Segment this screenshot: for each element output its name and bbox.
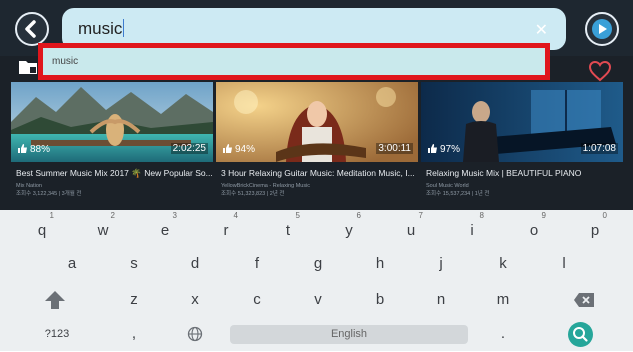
video-title[interactable]: 3 Hour Relaxing Guitar Music: Meditation… <box>221 168 417 178</box>
channel-name: Mix Nation <box>16 183 42 189</box>
shift-arrow-icon <box>45 291 65 309</box>
play-icon <box>592 19 612 39</box>
play-button[interactable] <box>585 12 619 46</box>
search-icon <box>573 327 588 342</box>
suggestion-item[interactable]: music <box>52 56 78 67</box>
space-bar[interactable]: English <box>230 325 468 344</box>
folder-icon[interactable] <box>18 59 38 75</box>
video-stats: 조회수 3,122,345 | 3개월 전 <box>16 191 82 197</box>
thumbs-up-icon <box>428 144 437 153</box>
key-d[interactable]: d <box>175 251 215 277</box>
back-button[interactable] <box>15 12 49 46</box>
key-j[interactable]: j <box>421 251 461 277</box>
heart-icon[interactable] <box>588 60 612 82</box>
video-duration: 2:02:25 <box>170 143 208 154</box>
key-b[interactable]: b <box>360 287 400 313</box>
backspace-key[interactable] <box>564 287 604 313</box>
video-app: music ✕ 88% 2:02:25 Best Summer Music Mi… <box>0 0 633 210</box>
key-u[interactable]: u7 <box>391 212 431 244</box>
video-card[interactable]: 97% 1:07:08 Relaxing Music Mix | BEAUTIF… <box>421 82 623 210</box>
key-a[interactable]: a <box>52 251 92 277</box>
key-x[interactable]: x <box>175 287 215 313</box>
thumbs-up-icon <box>223 144 232 153</box>
like-rating: 97% <box>427 143 460 155</box>
video-meta: YellowBrickCinema - Relaxing Music 조회수 51… <box>221 182 310 198</box>
key-i[interactable]: i8 <box>452 212 492 244</box>
key-g[interactable]: g <box>298 251 338 277</box>
search-suggestions: music <box>38 43 550 80</box>
like-rating: 88% <box>17 143 50 155</box>
search-submit-button[interactable] <box>568 322 593 347</box>
key-r[interactable]: r4 <box>206 212 246 244</box>
key-h[interactable]: h <box>360 251 400 277</box>
channel-name: YellowBrickCinema - Relaxing Music <box>221 183 311 189</box>
key-c[interactable]: c <box>237 287 277 313</box>
thumbs-up-icon <box>18 144 27 153</box>
close-icon[interactable]: ✕ <box>535 20 548 40</box>
like-rating: 94% <box>222 143 255 155</box>
key-w[interactable]: w2 <box>83 212 123 244</box>
video-stats: 조회수 15,537,234 | 1년 전 <box>426 191 490 197</box>
key-q[interactable]: q1 <box>22 212 62 244</box>
period-key[interactable]: . <box>483 321 523 347</box>
key-l[interactable]: l <box>544 251 584 277</box>
shift-key[interactable] <box>35 287 75 313</box>
language-key[interactable] <box>175 321 215 347</box>
key-t[interactable]: t5 <box>268 212 308 244</box>
search-input[interactable]: music <box>78 19 125 39</box>
video-card[interactable]: 94% 3:00:11 3 Hour Relaxing Guitar Music… <box>216 82 418 210</box>
key-m[interactable]: m <box>483 287 523 313</box>
video-title[interactable]: Best Summer Music Mix 2017 🌴 New Popular… <box>16 168 212 179</box>
chevron-left-icon <box>25 20 36 38</box>
key-v[interactable]: v <box>298 287 338 313</box>
key-p[interactable]: p0 <box>575 212 615 244</box>
key-k[interactable]: k <box>483 251 523 277</box>
comma-key[interactable]: , <box>114 321 154 347</box>
video-meta: Soul Music World 조회수 15,537,234 | 1년 전 <box>426 182 489 198</box>
video-duration: 1:07:08 <box>580 143 618 154</box>
video-card[interactable]: 88% 2:02:25 Best Summer Music Mix 2017 🌴… <box>11 82 213 210</box>
key-y[interactable]: y6 <box>329 212 369 244</box>
video-meta: Mix Nation 조회수 3,122,345 | 3개월 전 <box>16 182 81 198</box>
key-s[interactable]: s <box>114 251 154 277</box>
key-n[interactable]: n <box>421 287 461 313</box>
globe-icon <box>187 326 203 342</box>
key-f[interactable]: f <box>237 251 277 277</box>
on-screen-keyboard: q1 w2 e3 r4 t5 y6 u7 i8 o9 p0 a s d f g … <box>0 210 633 351</box>
symbols-key[interactable]: ?123 <box>37 321 77 347</box>
channel-name: Soul Music World <box>426 183 469 189</box>
key-e[interactable]: e3 <box>145 212 185 244</box>
key-o[interactable]: o9 <box>514 212 554 244</box>
backspace-icon <box>574 293 594 307</box>
video-stats: 조회수 51,323,823 | 2년 전 <box>221 191 285 197</box>
video-duration: 3:00:11 <box>376 143 413 154</box>
key-z[interactable]: z <box>114 287 154 313</box>
video-title[interactable]: Relaxing Music Mix | BEAUTIFUL PIANO <box>426 168 622 178</box>
